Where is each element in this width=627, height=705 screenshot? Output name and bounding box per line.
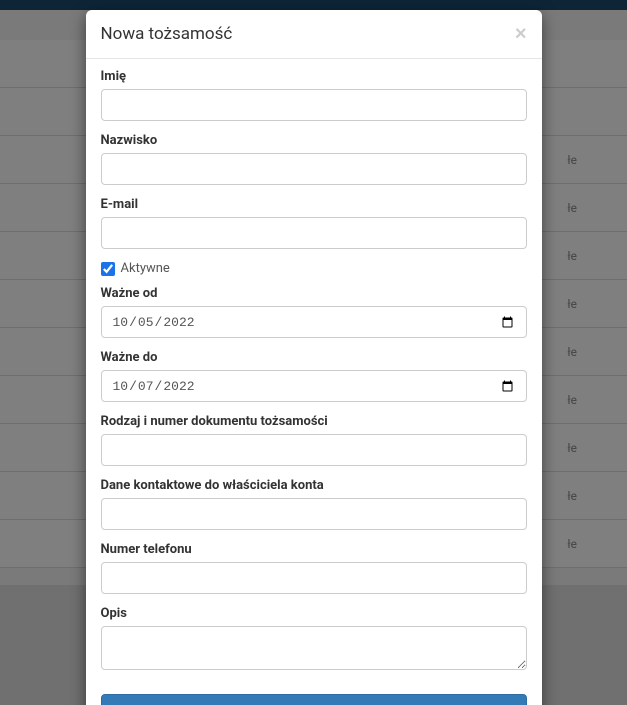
active-label[interactable]: Aktywne [121,261,170,276]
email-input[interactable] [101,217,527,249]
close-button[interactable]: × [515,24,527,44]
valid-to-label: Ważne do [101,350,527,365]
modal-header: Nowa tożsamość × [86,10,542,59]
valid-to-input[interactable] [101,370,527,402]
contact-input[interactable] [101,498,527,530]
description-label: Opis [101,606,527,621]
lastname-label: Nazwisko [101,133,527,148]
phone-input[interactable] [101,562,527,594]
contact-label: Dane kontaktowe do właściciela konta [101,478,527,493]
firstname-label: Imię [101,69,527,84]
firstname-input[interactable] [101,89,527,121]
active-checkbox[interactable] [101,262,115,276]
document-label: Rodzaj i numer dokumentu tożsamości [101,414,527,429]
phone-label: Numer telefonu [101,542,527,557]
identity-modal: Nowa tożsamość × Imię Nazwisko E-mail Ak… [86,10,542,705]
description-textarea[interactable] [101,626,527,670]
save-button[interactable]: Zapisz [101,694,527,705]
valid-from-input[interactable] [101,306,527,338]
lastname-input[interactable] [101,153,527,185]
modal-body: Imię Nazwisko E-mail Aktywne Ważne od Wa… [86,59,542,705]
document-input[interactable] [101,434,527,466]
email-label: E-mail [101,197,527,212]
close-icon: × [515,23,527,45]
valid-from-label: Ważne od [101,286,527,301]
modal-title: Nowa tożsamość [101,24,233,44]
